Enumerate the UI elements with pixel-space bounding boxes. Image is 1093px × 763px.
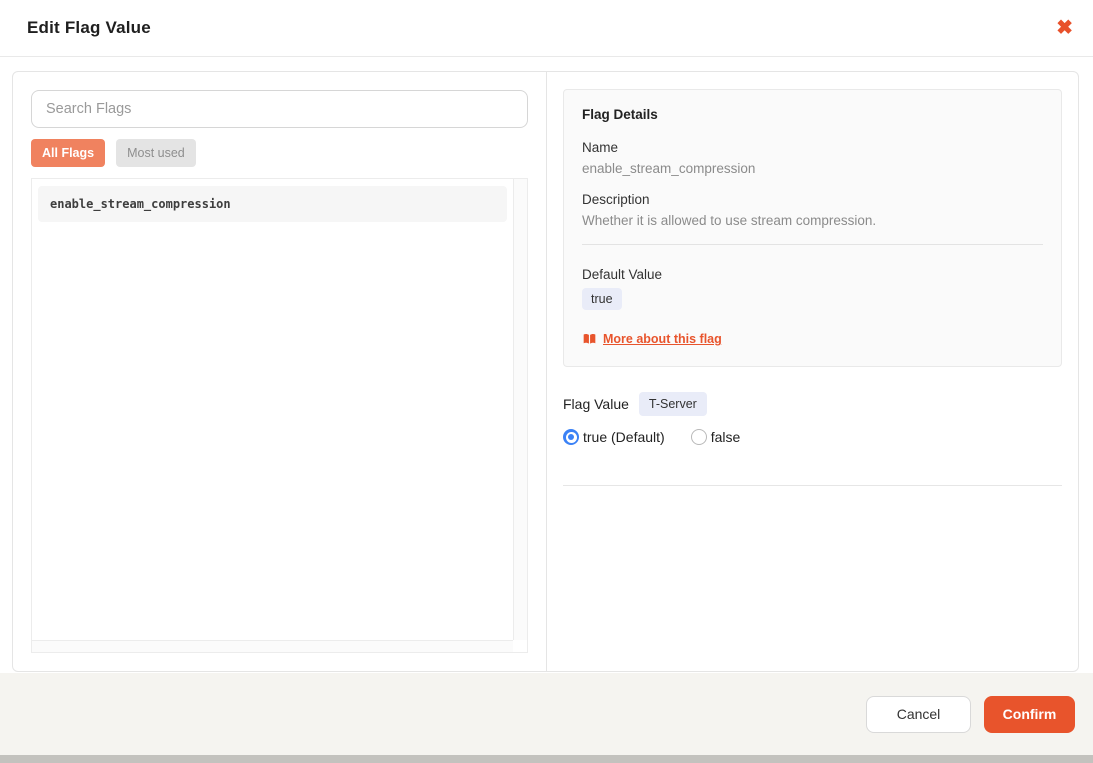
book-icon (583, 333, 596, 344)
more-about-flag-link[interactable]: More about this flag (603, 332, 722, 346)
flag-value-label: Flag Value (563, 396, 629, 412)
description-value: Whether it is allowed to use stream comp… (582, 213, 877, 228)
confirm-button[interactable]: Confirm (984, 695, 1075, 733)
radio-option-label: true (Default) (583, 429, 665, 445)
flag-value-row: Flag Value T-Server (563, 392, 1062, 416)
flag-details-card: Flag Details Name enable_stream_compress… (563, 89, 1062, 367)
scope-badge: T-Server (638, 392, 707, 416)
flag-detail-pane: Flag Details Name enable_stream_compress… (547, 72, 1078, 671)
filter-all-flags-button[interactable]: All Flags (31, 139, 106, 167)
radio-unselected-icon[interactable] (690, 429, 707, 445)
radio-selected-icon[interactable] (563, 429, 579, 445)
section-divider (563, 485, 1062, 486)
filter-row: All Flags Most used (31, 139, 528, 167)
radio-option-true[interactable]: true (Default) (563, 429, 665, 445)
radio-option-label: false (710, 429, 741, 445)
flag-list: enable_stream_compression (31, 178, 528, 653)
list-item-flag[interactable]: enable_stream_compression (38, 186, 507, 222)
default-value-badge: true (582, 288, 622, 310)
cancel-button[interactable]: Cancel (866, 695, 971, 733)
page-title: Edit Flag Value (27, 18, 151, 37)
default-value-label: Default Value (582, 267, 663, 282)
description-label: Description (582, 192, 650, 207)
flag-value-options: true (Default) false (563, 429, 1062, 445)
horizontal-scrollbar[interactable] (32, 640, 513, 652)
vertical-scrollbar[interactable] (513, 179, 527, 640)
edit-flag-card: All Flags Most used enable_stream_compre… (12, 71, 1079, 672)
name-label: Name (582, 140, 619, 155)
window-bottom-bar (0, 755, 1093, 763)
modal-header: Edit Flag Value ✖ (0, 0, 1093, 57)
flag-list-viewport: enable_stream_compression (32, 179, 513, 652)
more-link-row: More about this flag (582, 332, 1043, 346)
flag-browser-pane: All Flags Most used enable_stream_compre… (13, 72, 547, 671)
flag-details-title: Flag Details (582, 107, 658, 122)
close-icon[interactable]: ✖ (1054, 16, 1075, 40)
radio-option-false[interactable]: false (690, 429, 741, 445)
filter-most-used-button[interactable]: Most used (116, 139, 196, 167)
modal-footer: Cancel Confirm (0, 673, 1093, 755)
search-input[interactable] (31, 90, 528, 128)
details-divider (582, 244, 1043, 245)
name-value: enable_stream_compression (582, 161, 756, 176)
